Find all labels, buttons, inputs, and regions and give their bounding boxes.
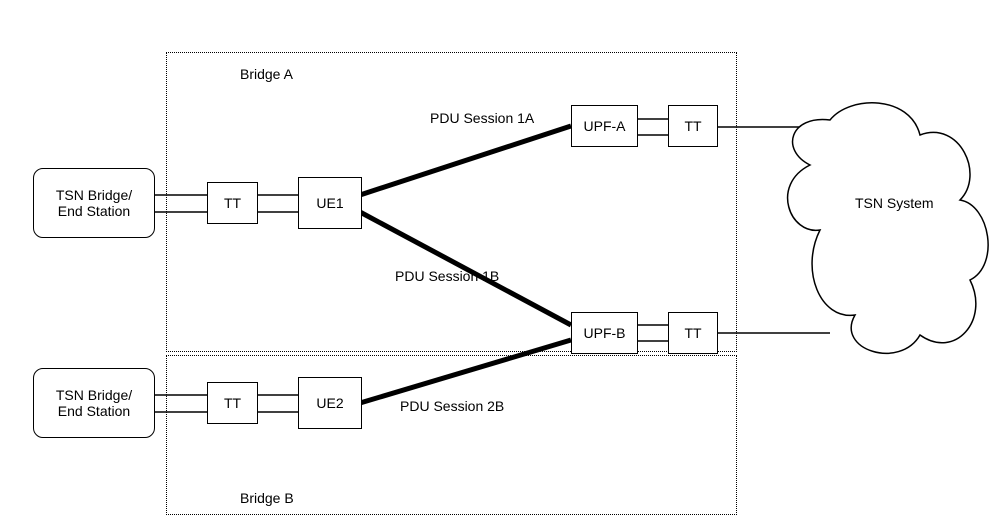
bridge-a-label: Bridge A — [240, 66, 293, 82]
session-1a-label: PDU Session 1A — [430, 110, 534, 126]
tsn-system-label: TSN System — [855, 195, 934, 211]
session-1b-label: PDU Session 1B — [395, 268, 499, 284]
session-2b-label: PDU Session 2B — [400, 398, 504, 414]
tsn-end-station-bottom: TSN Bridge/ End Station — [33, 368, 155, 438]
tt-box-upf-b: TT — [668, 312, 718, 354]
ue1-box: UE1 — [298, 177, 362, 229]
bridge-b-label: Bridge B — [240, 490, 294, 506]
tt-box-ue1: TT — [207, 182, 258, 224]
upf-a-box: UPF-A — [571, 105, 638, 147]
tt-box-ue2: TT — [207, 382, 258, 424]
upf-b-box: UPF-B — [571, 312, 638, 354]
tsn-end-station-top: TSN Bridge/ End Station — [33, 168, 155, 238]
tt-box-upf-a: TT — [668, 105, 718, 147]
ue2-box: UE2 — [298, 377, 362, 429]
